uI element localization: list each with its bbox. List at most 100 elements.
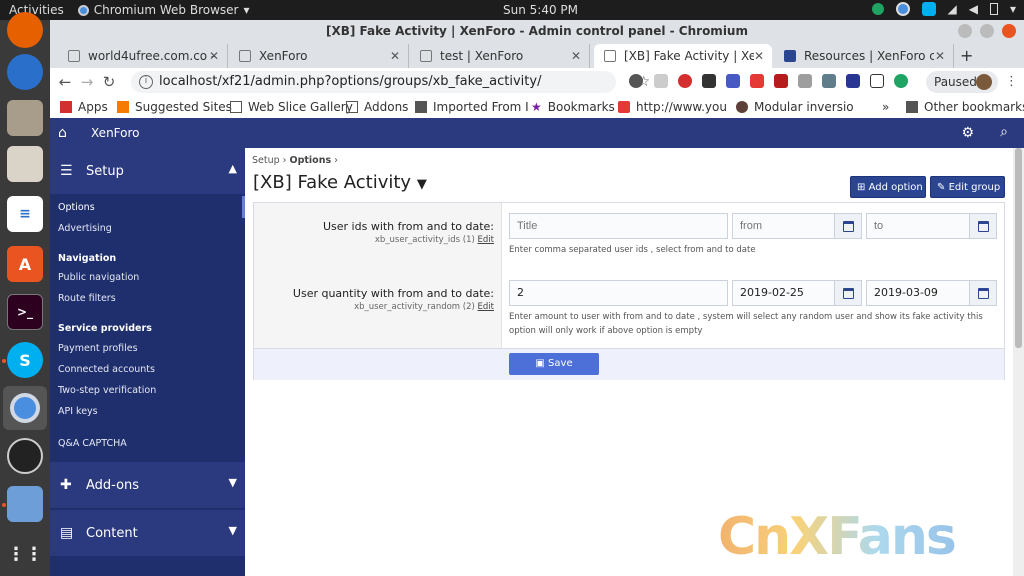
scrollbar-thumb[interactable]	[1015, 148, 1022, 348]
system-menu-icon[interactable]: ▾	[1010, 2, 1016, 16]
battery-icon[interactable]	[989, 3, 998, 15]
sidebar-item-public-navigation[interactable]: Public navigation	[58, 272, 139, 283]
page-title[interactable]: [XB] Fake Activity ▼	[253, 172, 427, 193]
tab-fake-activity[interactable]: [XB] Fake Activity | XenFo ✕	[594, 44, 772, 68]
search-icon[interactable]: ⌕	[1000, 124, 1008, 140]
extension-icon[interactable]	[822, 74, 836, 88]
wifi-icon[interactable]: ◢	[948, 2, 957, 16]
sidebar-item-connected-accounts[interactable]: Connected accounts	[58, 364, 155, 375]
to-date-input[interactable]: 2019-03-09	[866, 280, 970, 306]
extension-icon[interactable]	[702, 74, 716, 88]
address-bar[interactable]: i localhost/xf21/admin.php?options/group…	[131, 71, 650, 93]
back-button[interactable]: ←	[54, 73, 76, 91]
tab-world4ufree[interactable]: world4ufree.com.co - free ✕	[58, 44, 228, 68]
sidebar-section-setup[interactable]: ☰ Setup ▲	[50, 148, 245, 194]
bookmark-bookmarks[interactable]: ★ Bookmarks	[531, 100, 615, 114]
sidebar-item-advertising[interactable]: Advertising	[58, 223, 112, 234]
profile-button[interactable]: Paused	[926, 71, 998, 93]
close-tab-icon[interactable]: ✕	[571, 49, 581, 63]
bookmark-imported-from[interactable]: Imported From I	[415, 100, 529, 114]
close-tab-icon[interactable]: ✕	[390, 49, 400, 63]
bookmark-apps[interactable]: Apps	[60, 100, 108, 114]
terminal-icon[interactable]: >_	[7, 294, 43, 330]
rhythmbox-icon[interactable]	[7, 146, 43, 182]
sidebar-item-options[interactable]: Options	[58, 202, 95, 213]
to-date-picker-button[interactable]	[969, 213, 997, 239]
to-date-input[interactable]	[866, 213, 970, 239]
firefox-icon[interactable]	[7, 12, 43, 48]
bookmark-suggested-sites[interactable]: Suggested Sites	[117, 100, 232, 114]
skype-icon[interactable]: S	[7, 342, 43, 378]
from-date-picker-button[interactable]	[834, 213, 862, 239]
edit-option-link[interactable]: Edit	[478, 235, 494, 245]
from-date-input[interactable]	[732, 213, 835, 239]
tab-test-xenforo[interactable]: test | XenForo ✕	[410, 44, 590, 68]
adblock-icon[interactable]	[678, 74, 692, 88]
info-icon[interactable]: i	[139, 75, 153, 89]
chromium-tray-icon[interactable]	[895, 2, 910, 16]
sidebar-item-qa-captcha[interactable]: Q&A CAPTCHA	[58, 438, 127, 449]
skype-tray-icon[interactable]	[921, 2, 936, 16]
hangouts-icon[interactable]	[871, 3, 884, 15]
sidebar-section-content[interactable]: ▤ Content ▼	[50, 510, 245, 556]
bookmark-youtube[interactable]: http://www.you	[618, 100, 727, 114]
close-tab-icon[interactable]: ✕	[754, 49, 764, 63]
show-applications-icon[interactable]: ⋮⋮	[7, 536, 43, 572]
title-input[interactable]	[509, 213, 728, 239]
breadcrumb-options[interactable]: Options	[290, 155, 332, 166]
to-date-picker-button[interactable]	[969, 280, 997, 306]
new-tab-button[interactable]: +	[960, 46, 973, 65]
extension-icon[interactable]	[726, 74, 740, 88]
bookmarks-overflow-button[interactable]: »	[882, 100, 889, 114]
xf-brand-link[interactable]: XenForo	[91, 126, 140, 140]
forward-button[interactable]: →	[76, 73, 98, 91]
add-option-button[interactable]: ⊞ Add option	[850, 176, 926, 198]
bookmark-modular-inversion[interactable]: Modular inversio	[736, 100, 854, 114]
from-date-picker-button[interactable]	[834, 280, 862, 306]
save-button[interactable]: ▣ Save	[509, 353, 599, 375]
extension-icon[interactable]	[894, 74, 908, 88]
breadcrumb-setup[interactable]: Setup	[252, 155, 280, 166]
sidebar-item-route-filters[interactable]: Route filters	[58, 293, 116, 304]
browser-menu-icon[interactable]: ⋮	[1005, 74, 1018, 89]
extension-icon[interactable]	[654, 74, 668, 88]
bookmark-addons[interactable]: Addons	[346, 100, 408, 114]
app-menu[interactable]: Chromium Web Browser ▾	[77, 3, 250, 17]
bookmark-other-bookmarks[interactable]: Other bookmarks	[906, 100, 1024, 114]
close-button[interactable]	[1002, 24, 1016, 38]
reload-button[interactable]: ↻	[98, 73, 120, 91]
extension-icon[interactable]	[629, 74, 643, 88]
tab-xenforo[interactable]: XenForo ✕	[229, 44, 409, 68]
files-icon[interactable]	[7, 100, 43, 136]
sidebar-item-api-keys[interactable]: API keys	[58, 406, 98, 417]
virtualbox-icon[interactable]	[7, 486, 43, 522]
sidebar-item-two-step-verification[interactable]: Two-step verification	[58, 385, 156, 396]
volume-icon[interactable]: ◀	[969, 2, 978, 16]
extension-icon[interactable]	[870, 74, 884, 88]
extension-icon[interactable]	[846, 74, 860, 88]
settings-gear-icon[interactable]: ⚙	[961, 125, 974, 141]
software-center-icon[interactable]: A	[7, 246, 43, 282]
extension-icon[interactable]	[774, 74, 788, 88]
chromium-dock-icon[interactable]	[3, 386, 47, 430]
sidebar-item-payment-profiles[interactable]: Payment profiles	[58, 343, 138, 354]
page-scrollbar[interactable]	[1013, 148, 1024, 576]
keyring-icon[interactable]	[7, 438, 43, 474]
close-tab-icon[interactable]: ✕	[935, 49, 945, 63]
clock[interactable]: Sun 5:40 PM	[503, 3, 578, 17]
quantity-input[interactable]: 2	[509, 280, 728, 306]
extension-icon[interactable]	[750, 74, 764, 88]
thunderbird-icon[interactable]	[7, 54, 43, 90]
extension-icon[interactable]	[798, 74, 812, 88]
bookmark-web-slice-gallery[interactable]: Web Slice Gallery	[230, 100, 353, 114]
tab-resources[interactable]: Resources | XenForo com ✕	[774, 44, 954, 68]
maximize-button[interactable]	[980, 24, 994, 38]
edit-option-link[interactable]: Edit	[478, 302, 494, 312]
home-icon[interactable]: ⌂	[58, 125, 67, 141]
sidebar-section-addons[interactable]: ✚ Add-ons ▼	[50, 462, 245, 508]
minimize-button[interactable]	[958, 24, 972, 38]
writer-icon[interactable]: ≡	[7, 196, 43, 232]
from-date-input[interactable]: 2019-02-25	[732, 280, 835, 306]
edit-group-button[interactable]: ✎ Edit group	[930, 176, 1005, 198]
close-tab-icon[interactable]: ✕	[209, 49, 219, 63]
